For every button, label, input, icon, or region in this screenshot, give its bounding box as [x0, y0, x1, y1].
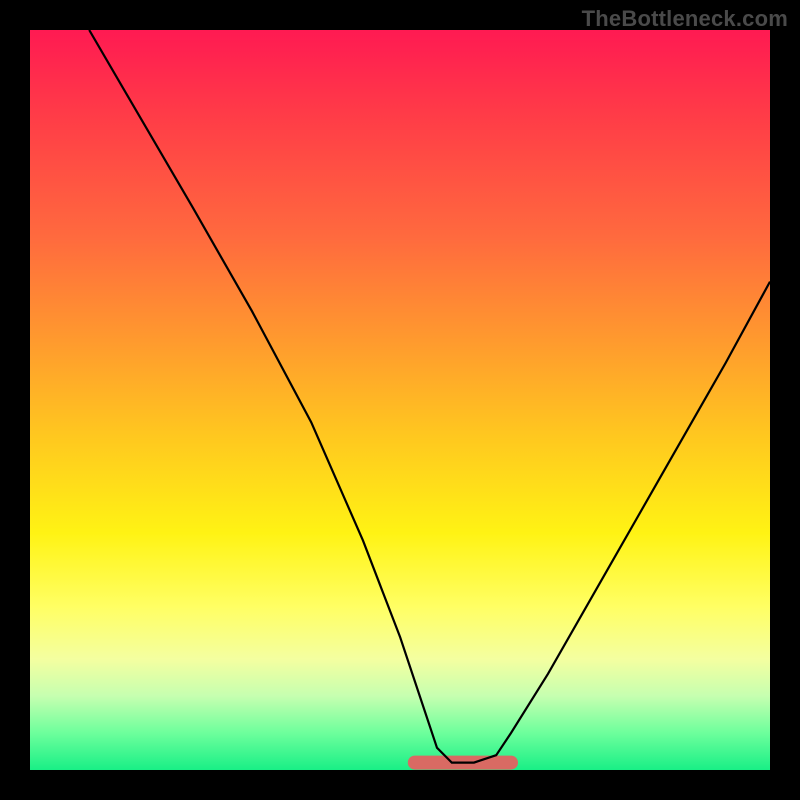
watermark-text: TheBottleneck.com: [582, 6, 788, 32]
chart-frame: TheBottleneck.com: [0, 0, 800, 800]
plot-area: [30, 30, 770, 770]
bottleneck-curve: [89, 30, 770, 763]
chart-svg: [30, 30, 770, 770]
